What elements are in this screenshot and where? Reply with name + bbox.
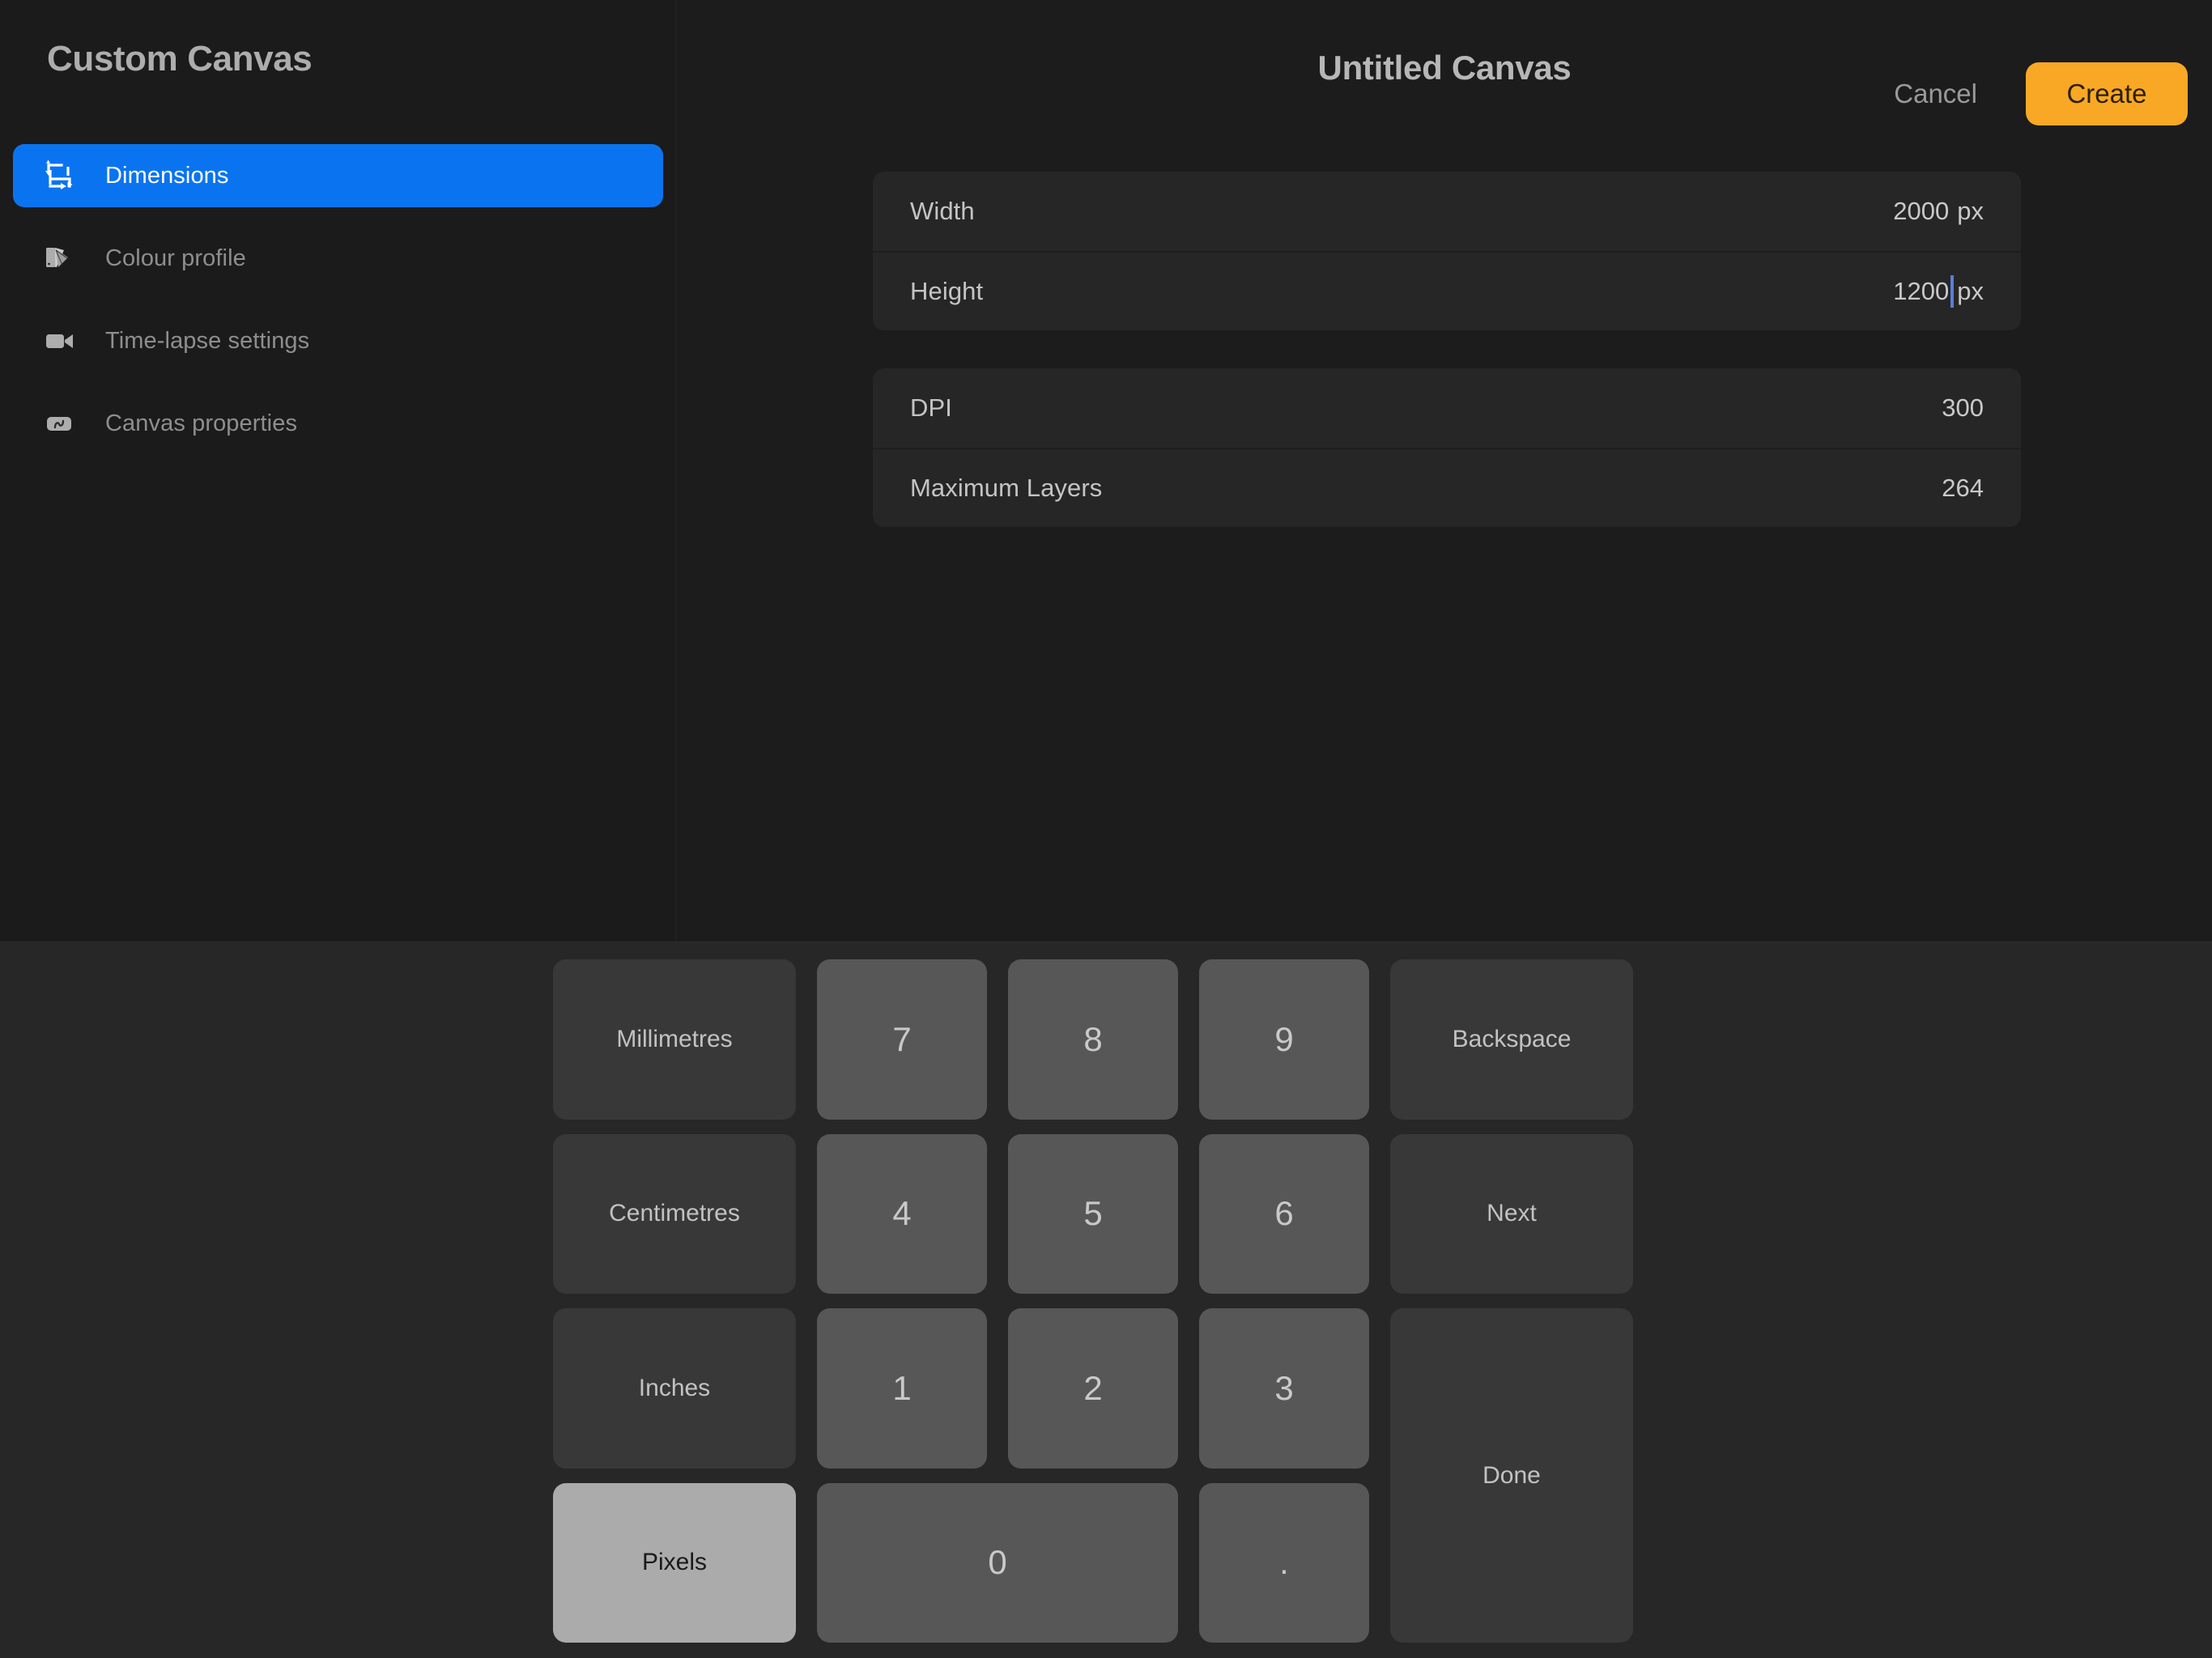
sidebar-item-colour-profile[interactable]: Colour profile (13, 227, 663, 290)
digit-key-7[interactable]: 7 (817, 959, 987, 1120)
dpi-label: DPI (910, 393, 952, 423)
document-title: Untitled Canvas (677, 49, 2212, 87)
done-key[interactable]: Done (1390, 1308, 1633, 1643)
width-unit: px (1957, 197, 1984, 226)
backspace-key[interactable]: Backspace (1390, 959, 1633, 1120)
numeric-keypad: Millimetres 7 8 9 Backspace Centimetres … (0, 942, 2212, 1658)
maximum-layers-value[interactable]: 264 (1942, 474, 1984, 503)
video-camera-icon (40, 322, 78, 359)
dpi-value[interactable]: 300 (1942, 393, 1984, 423)
maximum-layers-field-row[interactable]: Maximum Layers 264 (873, 448, 2021, 527)
height-value[interactable]: 1200 px (1893, 275, 1984, 308)
sidebar-item-label: Canvas properties (105, 410, 297, 437)
top-area: Custom Canvas (0, 0, 2212, 942)
sidebar-item-label: Dimensions (105, 163, 229, 189)
custom-canvas-dialog: Custom Canvas (0, 0, 2212, 1658)
unit-key-inches[interactable]: Inches (553, 1308, 796, 1469)
crop-resize-icon (40, 157, 78, 194)
sidebar: Custom Canvas (0, 0, 676, 942)
width-field-row[interactable]: Width 2000 px (873, 172, 2021, 251)
digit-key-2[interactable]: 2 (1008, 1308, 1178, 1469)
page-title: Custom Canvas (47, 39, 312, 79)
digit-key-0[interactable]: 0 (817, 1483, 1178, 1643)
digit-key-4[interactable]: 4 (817, 1134, 987, 1295)
dimensions-field-group: Width 2000 px Height 1200 px (873, 172, 2021, 330)
maximum-layers-label: Maximum Layers (910, 474, 1102, 503)
sidebar-item-time-lapse-settings[interactable]: Time-lapse settings (13, 309, 663, 372)
digit-key-5[interactable]: 5 (1008, 1134, 1178, 1295)
digit-key-6[interactable]: 6 (1199, 1134, 1369, 1295)
sidebar-item-canvas-properties[interactable]: Canvas properties (13, 392, 663, 455)
canvas-properties-icon (40, 405, 78, 442)
digit-key-1[interactable]: 1 (817, 1308, 987, 1469)
digit-key-8[interactable]: 8 (1008, 959, 1178, 1120)
dialog-header: Untitled Canvas Cancel Create (677, 0, 2212, 113)
canvas-settings-field-group: DPI 300 Maximum Layers 264 (873, 368, 2021, 527)
width-number: 2000 (1893, 197, 1949, 226)
height-number: 1200 (1893, 277, 1949, 306)
sidebar-item-dimensions[interactable]: Dimensions (13, 144, 663, 207)
height-unit: px (1957, 277, 1984, 306)
height-label: Height (910, 277, 983, 306)
next-key[interactable]: Next (1390, 1134, 1633, 1295)
unit-key-pixels[interactable]: Pixels (553, 1483, 796, 1643)
digit-key-9[interactable]: 9 (1199, 959, 1369, 1120)
colour-swatch-icon (40, 240, 78, 277)
dpi-field-row[interactable]: DPI 300 (873, 368, 2021, 448)
cancel-button[interactable]: Cancel (1894, 79, 1977, 109)
sidebar-item-label: Time-lapse settings (105, 328, 309, 355)
create-button[interactable]: Create (2026, 62, 2188, 125)
decimal-point-key[interactable]: . (1199, 1483, 1369, 1643)
sidebar-nav-list: Dimensions Colour profile (13, 144, 663, 474)
text-caret (1950, 275, 1954, 308)
width-label: Width (910, 197, 975, 226)
sidebar-item-label: Colour profile (105, 245, 246, 272)
keypad-grid: Millimetres 7 8 9 Backspace Centimetres … (553, 959, 1659, 1643)
main-panel: Untitled Canvas Cancel Create Width 2000… (677, 0, 2212, 942)
digit-key-3[interactable]: 3 (1199, 1308, 1369, 1469)
width-value[interactable]: 2000 px (1893, 197, 1984, 226)
unit-key-centimetres[interactable]: Centimetres (553, 1134, 796, 1295)
unit-key-millimetres[interactable]: Millimetres (553, 959, 796, 1120)
height-field-row[interactable]: Height 1200 px (873, 251, 2021, 330)
